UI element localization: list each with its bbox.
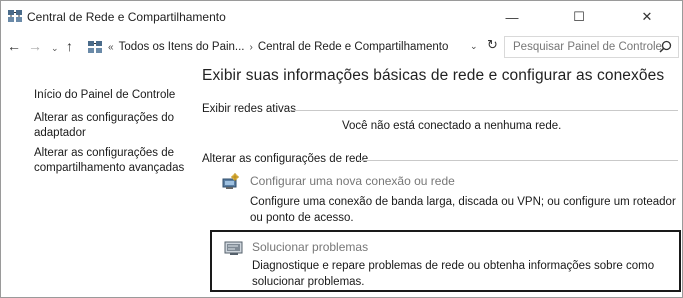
- sidebar-item-control-panel-home[interactable]: Início do Painel de Controle: [34, 88, 194, 103]
- connection-status: Você não está conectado a nenhuma rede.: [342, 120, 562, 132]
- search-placeholder: Pesquisar Painel de Controle: [513, 41, 662, 53]
- task-title-new-connection[interactable]: Configurar uma nova conexão ou rede: [250, 174, 455, 188]
- new-connection-icon: [220, 173, 240, 196]
- section-label-active-networks: Exibir redes ativas: [202, 103, 296, 115]
- address-dropdown-chevron-icon[interactable]: ⌄: [470, 41, 478, 52]
- title-bar: Central de Rede e Compartilhamento — ☐ ✕: [1, 1, 682, 33]
- minimize-button[interactable]: —: [492, 1, 532, 33]
- control-panel-icon: [88, 40, 102, 54]
- maximize-button[interactable]: ☐: [559, 1, 599, 33]
- close-button[interactable]: ✕: [627, 1, 667, 33]
- page-title: Exibir suas informações básicas de rede …: [202, 67, 665, 84]
- window-title: Central de Rede e Compartilhamento: [27, 10, 226, 24]
- search-icon: [659, 40, 672, 56]
- breadcrumb-separator-icon[interactable]: ›: [250, 42, 253, 53]
- forward-arrow-icon[interactable]: →: [28, 39, 42, 53]
- up-arrow-icon[interactable]: ↑: [66, 39, 73, 53]
- breadcrumb-item-control-panel[interactable]: Todos os Itens do Pain...: [119, 41, 245, 53]
- breadcrumb-overflow-icon[interactable]: «: [108, 42, 114, 53]
- window: Central de Rede e Compartilhamento — ☐ ✕…: [0, 0, 683, 298]
- refresh-icon[interactable]: ↻: [487, 37, 498, 53]
- task-description-troubleshoot: Diagnostique e repare problemas de rede …: [252, 260, 655, 288]
- troubleshoot-icon: [224, 240, 244, 261]
- address-bar[interactable]: « Todos os Itens do Pain... › Central de…: [82, 36, 500, 58]
- task-description-new-connection: Configure uma conexão de banda larga, di…: [250, 196, 676, 224]
- task-title-troubleshoot[interactable]: Solucionar problemas: [252, 240, 368, 254]
- sidebar-item-adapter-settings[interactable]: Alterar as configurações do adaptador: [34, 111, 194, 141]
- network-center-icon: [8, 10, 22, 23]
- section-label-change-settings: Alterar as configurações de rede: [202, 153, 369, 165]
- sidebar: Início do Painel de Controle Alterar as …: [1, 61, 197, 297]
- task-troubleshoot[interactable]: Solucionar problemas Diagnostique e repa…: [210, 230, 681, 292]
- breadcrumb-item-network-center[interactable]: Central de Rede e Compartilhamento: [258, 41, 449, 53]
- section-divider: [292, 110, 678, 111]
- sidebar-item-advanced-sharing-settings[interactable]: Alterar as configurações de compartilham…: [34, 146, 194, 176]
- task-new-connection[interactable]: Configurar uma nova conexão ou rede Conf…: [202, 169, 682, 225]
- section-divider: [357, 160, 678, 161]
- search-input[interactable]: Pesquisar Painel de Controle: [504, 36, 679, 58]
- back-arrow-icon[interactable]: ←: [7, 39, 21, 53]
- recent-locations-chevron-icon[interactable]: ⌄: [51, 41, 59, 55]
